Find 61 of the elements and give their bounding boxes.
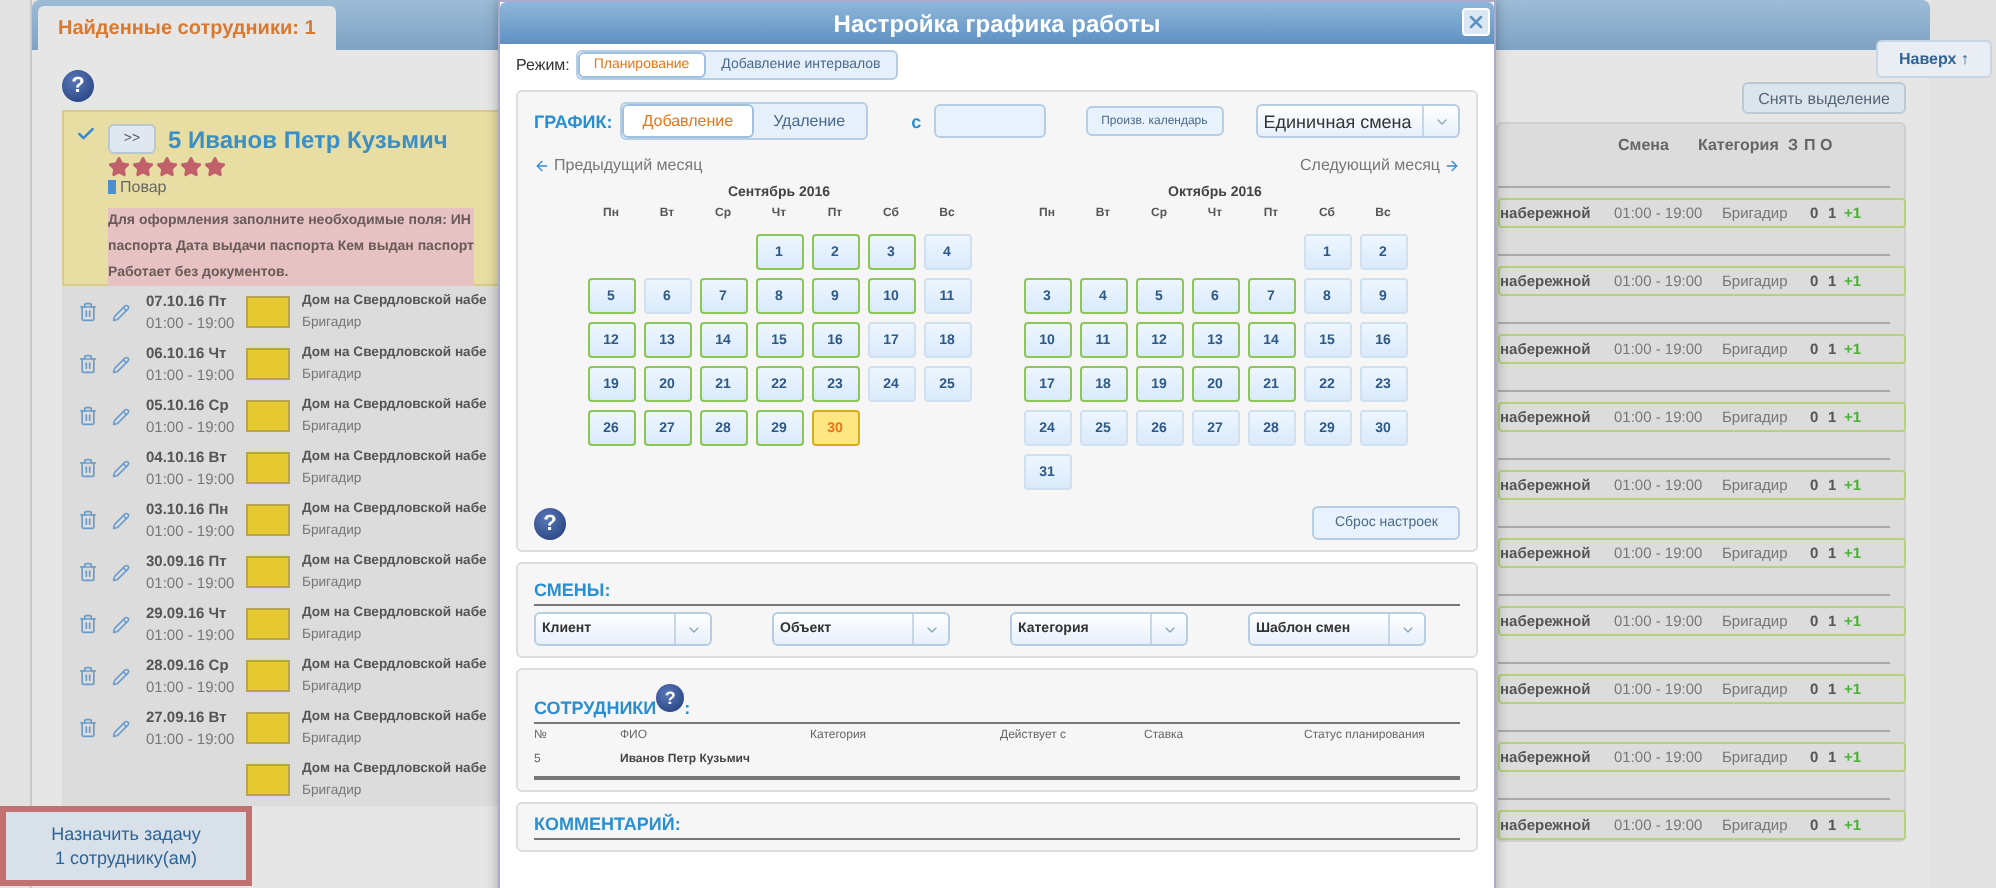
previous-month-link[interactable]: Предыдущий месяц: [534, 156, 703, 174]
trash-icon[interactable]: [78, 666, 98, 686]
date-field[interactable]: [933, 104, 1046, 138]
assign-task-button[interactable]: Назначить задачу 1 сотруднику(ам): [0, 806, 252, 886]
pencil-icon[interactable]: [112, 355, 130, 373]
trash-icon[interactable]: [78, 458, 98, 478]
star-icon: [156, 156, 178, 178]
object-swatch: [246, 556, 290, 588]
trash-icon[interactable]: [78, 718, 98, 738]
object-swatch: [246, 348, 290, 380]
help-icon[interactable]: ?: [534, 507, 566, 539]
column-header: П: [1804, 136, 1818, 158]
arrow-right-icon[interactable]: [1444, 157, 1460, 173]
pencil-icon[interactable]: [112, 511, 130, 529]
pencil-icon[interactable]: [112, 459, 130, 477]
help-icon[interactable]: ?: [656, 684, 685, 712]
object-swatch: [246, 504, 290, 536]
help-icon[interactable]: ?: [62, 70, 94, 102]
role-label: Повар: [108, 178, 474, 196]
trash-icon[interactable]: [78, 562, 98, 582]
trash-icon[interactable]: [78, 302, 98, 322]
pencil-icon[interactable]: [112, 407, 130, 425]
trash-icon[interactable]: [78, 510, 98, 530]
dialog-title: Настройка графика работы: [833, 9, 1161, 37]
object-swatch: [246, 452, 290, 484]
trash-icon[interactable]: [78, 354, 98, 374]
star-icon: [108, 156, 130, 178]
heading-colon: :: [684, 698, 691, 718]
employee-name: 5 Иванов Петр Кузьмич: [168, 125, 448, 153]
schedule-tab[interactable]: Удаление: [753, 104, 866, 138]
shift-type-select[interactable]: Единичная смена: [1255, 104, 1460, 138]
pencil-icon[interactable]: [112, 719, 130, 737]
mode-label: Режим:: [516, 56, 570, 74]
arrow-left-icon[interactable]: [534, 157, 550, 173]
column-header: Смена: [1618, 136, 1671, 158]
trash-icon[interactable]: [78, 406, 98, 426]
object-swatch: [246, 660, 290, 692]
pencil-icon[interactable]: [112, 563, 130, 581]
star-icon: [180, 156, 202, 178]
pencil-icon[interactable]: [112, 303, 130, 321]
pencil-icon[interactable]: [112, 615, 130, 633]
trash-icon[interactable]: [78, 614, 98, 634]
from-label: с: [911, 111, 922, 131]
next-month-link[interactable]: Следующий месяц: [1300, 156, 1460, 174]
object-swatch: [246, 764, 290, 796]
column-header: Категория: [1698, 136, 1781, 158]
star-icon: [132, 156, 154, 178]
star-icon: [204, 156, 226, 178]
column-header: О: [1820, 136, 1835, 158]
section-heading: СОТРУДНИКИ: [534, 698, 657, 718]
clear-selection-button[interactable]: Снять выделение: [1742, 82, 1906, 114]
section-heading: ГРАФИК:: [534, 111, 613, 131]
column-header: З: [1788, 136, 1801, 158]
back-to-top-button[interactable]: Наверх ↑: [1876, 40, 1992, 78]
object-swatch: [246, 296, 290, 328]
object-swatch: [246, 712, 290, 744]
object-swatch: [246, 400, 290, 432]
pencil-icon[interactable]: [112, 667, 130, 685]
object-swatch: [246, 608, 290, 640]
section-heading: КОММЕНТАРИЙ:: [534, 814, 683, 834]
section-heading: СМЕНЫ:: [534, 580, 613, 600]
